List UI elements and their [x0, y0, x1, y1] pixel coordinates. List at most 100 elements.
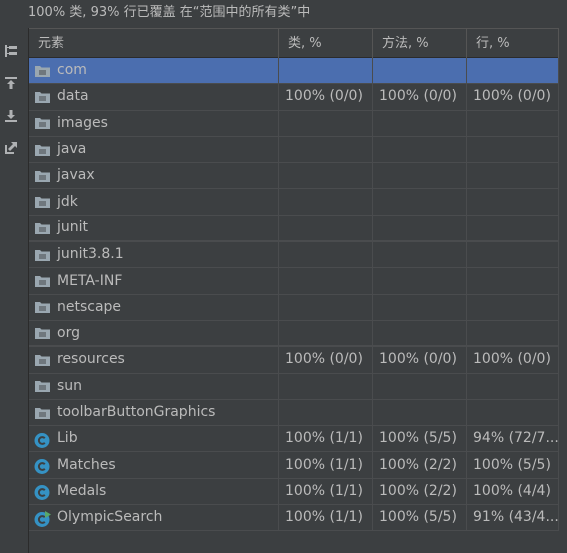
flatten-packages-icon[interactable] — [2, 42, 20, 60]
cell-line-coverage — [467, 320, 559, 346]
table-row[interactable]: META-INF — [29, 268, 559, 295]
cell-element: Lib — [29, 426, 279, 452]
table-row[interactable]: junit — [29, 215, 559, 243]
table-row[interactable]: Lib 100% (1/1) 100% (5/5) 94% (72/7... — [29, 426, 559, 453]
cell-method-coverage — [373, 320, 467, 346]
table-row[interactable]: Medals 100% (1/1) 100% (2/2) 100% (4/4) — [29, 478, 559, 506]
element-name: junit3.8.1 — [57, 246, 124, 263]
table-row[interactable]: toolbarButtonGraphics — [29, 399, 559, 427]
cell-method-coverage: 100% (5/5) — [373, 426, 467, 452]
cell-element: Matches — [29, 452, 279, 478]
cell-class-coverage — [279, 320, 373, 346]
element-name: junit — [57, 219, 89, 236]
coverage-toolbar — [0, 0, 23, 553]
cell-line-coverage — [467, 110, 559, 136]
cell-element: java — [29, 136, 279, 163]
cell-class-coverage: 100% (1/1) — [279, 426, 373, 452]
cell-class-coverage — [279, 399, 373, 426]
cell-line-coverage: 91% (43/4... — [467, 505, 559, 531]
cell-element: Medals — [29, 478, 279, 505]
package-icon — [34, 406, 51, 420]
cell-line-coverage: 100% (5/5) — [467, 452, 559, 478]
cell-method-coverage — [373, 110, 467, 136]
cell-class-coverage: 100% (0/0) — [279, 347, 373, 373]
table-row[interactable]: resources 100% (0/0) 100% (0/0) 100% (0/0) — [29, 347, 559, 374]
element-name: OlympicSearch — [57, 509, 163, 526]
cell-class-coverage — [279, 268, 373, 294]
table-row[interactable]: com — [29, 58, 559, 85]
package-icon — [34, 116, 51, 130]
cell-element: sun — [29, 373, 279, 399]
element-name: com — [57, 62, 87, 79]
cell-element: org — [29, 320, 279, 346]
table-row[interactable]: javax — [29, 163, 559, 190]
table-row[interactable]: netscape — [29, 294, 559, 321]
column-header-class[interactable]: 类, % — [279, 29, 373, 58]
cell-method-coverage: 100% (0/0) — [373, 347, 467, 373]
coverage-summary-text: 100% 类, 93% 行已覆盖 在“范围中的所有类”中 — [28, 5, 311, 20]
package-icon — [34, 326, 51, 340]
cell-method-coverage: 100% (0/0) — [373, 84, 467, 110]
coverage-summary: 100% 类, 93% 行已覆盖 在“范围中的所有类”中 — [0, 0, 567, 26]
package-icon — [34, 221, 51, 235]
cell-method-coverage: 100% (2/2) — [373, 452, 467, 478]
cell-element: netscape — [29, 294, 279, 320]
element-name: sun — [57, 377, 83, 394]
element-name: data — [57, 88, 89, 105]
cell-method-coverage — [373, 399, 467, 426]
export-icon[interactable] — [2, 107, 20, 125]
element-name: jdk — [57, 193, 78, 210]
package-icon — [34, 143, 51, 157]
cell-element: META-INF — [29, 268, 279, 294]
cell-method-coverage — [373, 294, 467, 320]
cell-method-coverage — [373, 163, 467, 189]
cell-element: jdk — [29, 189, 279, 215]
cell-element: data — [29, 84, 279, 110]
table-row[interactable]: java — [29, 136, 559, 164]
class-icon — [34, 484, 51, 501]
generate-report-icon[interactable] — [2, 139, 20, 157]
table-header: 元素 类, % 方法, % 行, % — [29, 28, 559, 58]
column-header-line[interactable]: 行, % — [467, 29, 559, 58]
table-row[interactable]: Matches 100% (1/1) 100% (2/2) 100% (5/5) — [29, 452, 559, 479]
cell-element: resources — [29, 347, 279, 373]
package-icon — [34, 90, 51, 104]
package-icon — [34, 195, 51, 209]
table-row[interactable]: data 100% (0/0) 100% (0/0) 100% (0/0) — [29, 84, 559, 111]
element-name: Lib — [57, 430, 78, 447]
table-row[interactable]: org — [29, 320, 559, 348]
table-body: com data 100% (0/0) 100% (0/0) 100% (0/0) ima… — [29, 58, 559, 532]
element-name: javax — [57, 167, 95, 184]
cell-line-coverage: 100% (4/4) — [467, 478, 559, 505]
cell-element: junit3.8.1 — [29, 242, 279, 268]
cell-class-coverage — [279, 136, 373, 163]
column-header-method[interactable]: 方法, % — [373, 29, 467, 58]
class-run-icon — [34, 510, 51, 527]
element-name: META-INF — [57, 272, 123, 289]
package-icon — [34, 379, 51, 393]
cell-class-coverage: 100% (1/1) — [279, 505, 373, 531]
class-icon — [34, 432, 51, 448]
cell-method-coverage — [373, 242, 467, 268]
cell-line-coverage — [467, 163, 559, 189]
cell-method-coverage — [373, 215, 467, 241]
import-icon[interactable] — [2, 74, 20, 92]
cell-line-coverage — [467, 215, 559, 241]
table-row[interactable]: junit3.8.1 — [29, 242, 559, 269]
cell-line-coverage — [467, 58, 559, 84]
element-name: java — [57, 141, 87, 158]
cell-element: OlympicSearch — [29, 505, 279, 531]
element-name: Matches — [57, 456, 116, 473]
table-row[interactable]: OlympicSearch 100% (1/1) 100% (5/5) 91% (43… — [29, 505, 559, 532]
table-row[interactable]: sun — [29, 373, 559, 400]
table-row[interactable]: images — [29, 110, 559, 137]
cell-line-coverage — [467, 242, 559, 268]
cell-method-coverage — [373, 189, 467, 215]
cell-class-coverage — [279, 189, 373, 215]
column-header-element[interactable]: 元素 — [29, 29, 279, 58]
cell-line-coverage — [467, 136, 559, 163]
element-name: toolbarButtonGraphics — [57, 404, 216, 420]
cell-method-coverage — [373, 136, 467, 163]
table-row[interactable]: jdk — [29, 189, 559, 216]
class-icon — [34, 458, 51, 475]
